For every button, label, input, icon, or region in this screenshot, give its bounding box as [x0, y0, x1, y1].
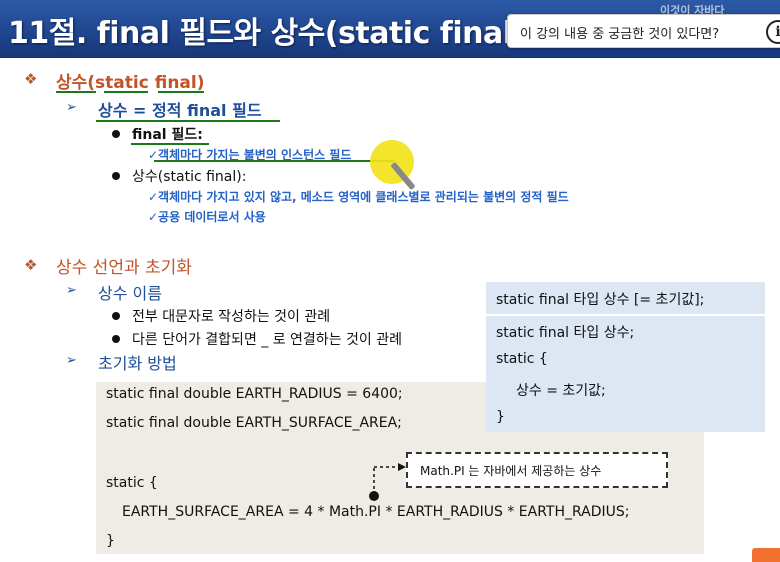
underline-mark [154, 160, 394, 162]
code-line: static final double EARTH_RADIUS = 6400; [106, 386, 403, 402]
bullet-dot [112, 172, 120, 180]
arrow-bullet-icon: ➢ [66, 353, 77, 368]
arrow-bullet-icon: ➢ [66, 100, 77, 115]
question-prompt-box[interactable]: 이 강의 내용 중 궁금한 것이 있다면? i [507, 14, 780, 48]
arrow-bullet-icon: ➢ [66, 283, 77, 298]
bullet-dot [112, 312, 120, 320]
corner-badge [752, 548, 780, 562]
subheading-constant-name: 상수 이름 [98, 284, 162, 303]
diamond-bullet-icon: ❖ [24, 70, 38, 88]
underline-mark [158, 91, 204, 93]
code-line: static final double EARTH_SURFACE_AREA; [106, 415, 402, 431]
underline-mark [104, 91, 148, 93]
code-line: } [106, 533, 115, 549]
callout-text: Math.PI 는 자바에서 제공하는 상수 [420, 464, 602, 478]
syntax-box-declaration: static final 타입 상수 [= 초기값]; [486, 282, 765, 314]
syntax-line: 상수 = 초기값; [516, 383, 606, 399]
underline-mark [56, 91, 96, 93]
syntax-line: } [496, 409, 505, 425]
underline-mark [96, 120, 280, 122]
syntax-line: static { [496, 351, 548, 367]
section-heading-declaration: 상수 선언과 초기화 [56, 258, 192, 278]
underline-mark [131, 143, 209, 145]
callout-math-pi: Math.PI 는 자바에서 제공하는 상수 [406, 452, 668, 488]
bullet-dot [112, 335, 120, 343]
naming-rule-underscore: 다른 단어가 결합되면 _ 로 연결하는 것이 관례 [132, 332, 402, 348]
syntax-line: static final 타입 상수 [= 초기값]; [496, 292, 705, 308]
note-shared-data: ✓공용 데이터로서 사용 [148, 210, 266, 224]
code-line: EARTH_SURFACE_AREA = 4 * Math.PI * EARTH… [122, 504, 630, 520]
note-static-field: ✓객체마다 가지고 있지 않고, 메소드 영역에 클래스별로 관리되는 불변의 … [148, 190, 569, 204]
bullet-dot [112, 130, 120, 138]
item-final-field: final 필드: [132, 127, 203, 143]
item-static-final: 상수(static final): [132, 169, 247, 185]
callout-connector [369, 463, 406, 501]
naming-rule-uppercase: 전부 대문자로 작성하는 것이 관례 [132, 309, 331, 325]
info-icon[interactable]: i [766, 20, 780, 44]
syntax-box-static-block: static final 타입 상수; static { 상수 = 초기값; } [486, 316, 765, 432]
slide-title: 11절. final 필드와 상수(static final [8, 16, 513, 51]
section-heading-constant: 상수(static final) [56, 73, 205, 93]
subheading-initialization: 초기화 방법 [98, 354, 177, 373]
question-prompt-text[interactable]: 이 강의 내용 중 궁금한 것이 있다면? [520, 23, 719, 42]
subheading-static-final-field: 상수 = 정적 final 필드 [98, 101, 262, 120]
code-line: static { [106, 475, 158, 491]
syntax-line: static final 타입 상수; [496, 325, 635, 341]
diamond-bullet-icon: ❖ [24, 256, 38, 274]
